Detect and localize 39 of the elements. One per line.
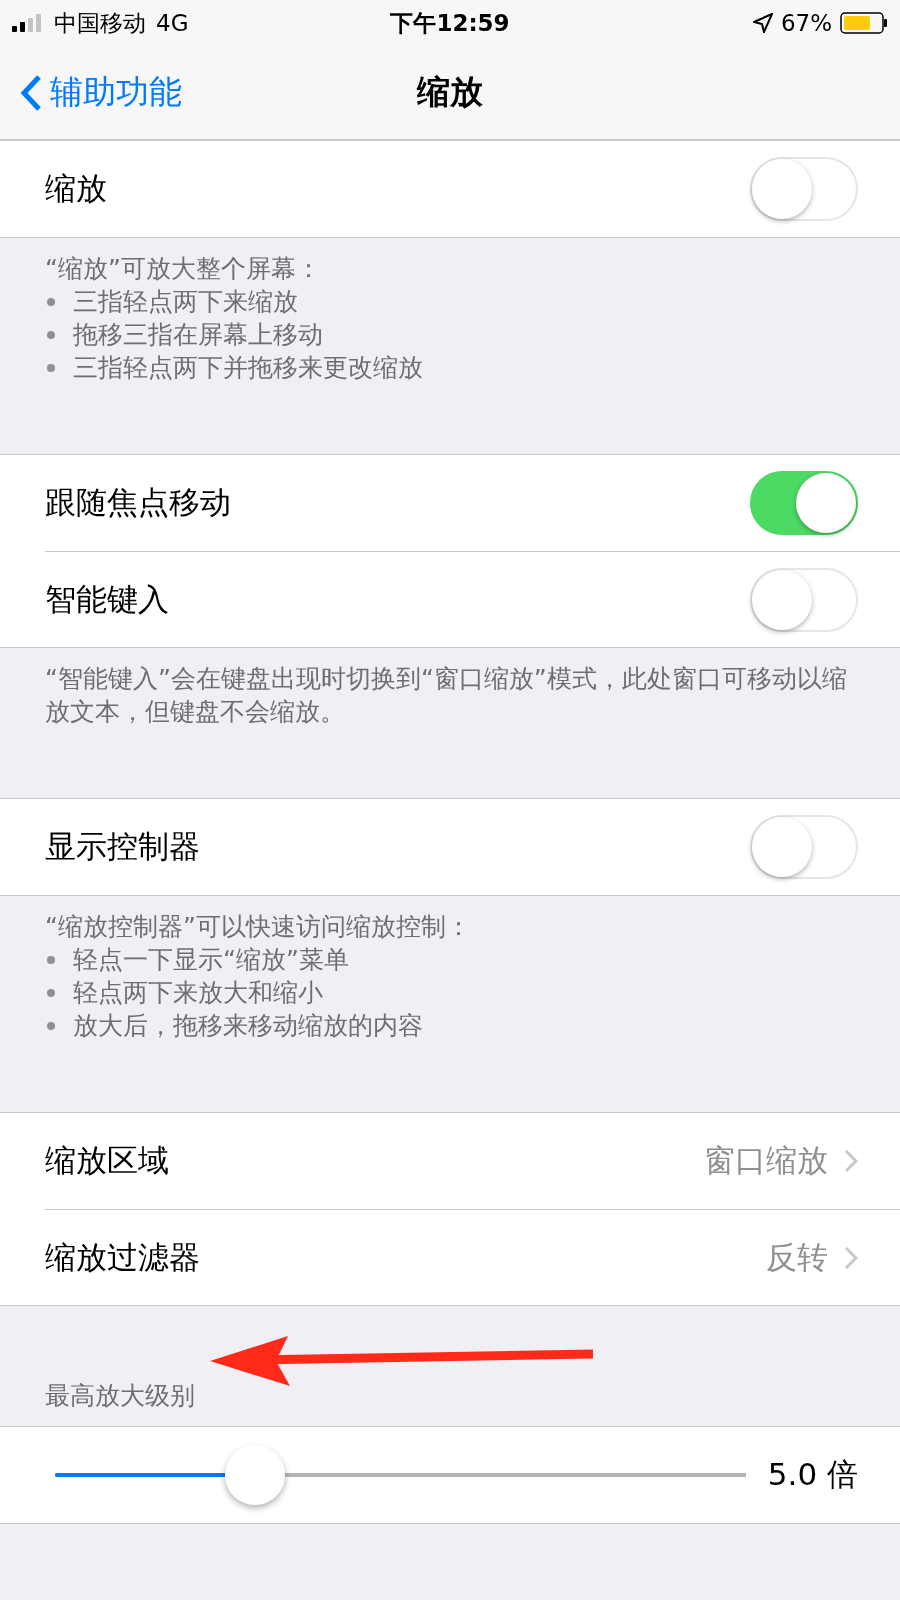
nav-title: 缩放 bbox=[417, 71, 483, 113]
setting-label: 缩放区域 bbox=[45, 1141, 170, 1180]
bullet-text: 三指轻点两下来缩放 bbox=[73, 286, 298, 318]
bullet-icon bbox=[47, 988, 55, 997]
section-header: 最高放大级别 bbox=[45, 1380, 195, 1412]
setting-label: 智能键入 bbox=[45, 579, 170, 619]
footer-text: “智能键入”会在键盘出现时切换到“窗口缩放”模式，此处窗口可移动以缩放文本，但键盘不会缩放。 bbox=[45, 663, 848, 728]
bullet-text: 三指轻点两下并拖移来更改缩放 bbox=[73, 352, 423, 384]
setting-label: 缩放过滤器 bbox=[45, 1237, 201, 1277]
slider-thumb[interactable] bbox=[225, 1445, 286, 1505]
chevron-right-icon bbox=[844, 1149, 858, 1173]
bullet-icon bbox=[47, 1021, 55, 1030]
signal-icon bbox=[12, 14, 44, 32]
slider-value: 5.0 倍 bbox=[767, 1455, 858, 1494]
footer-text: “缩放”可放大整个屏幕： bbox=[45, 253, 322, 285]
battery-percent: 67% bbox=[780, 10, 832, 36]
location-arrow-icon bbox=[752, 13, 773, 33]
clock-text: 下午12:59 bbox=[390, 8, 510, 38]
bullet-text: 轻点两下来放大和缩小 bbox=[73, 977, 323, 1009]
bullet-icon bbox=[47, 330, 55, 339]
bullet-text: 放大后，拖移来移动缩放的内容 bbox=[73, 1010, 423, 1042]
bullet-icon bbox=[47, 955, 55, 964]
bullet-text: 轻点一下显示“缩放”菜单 bbox=[73, 944, 349, 976]
network-text: 4G bbox=[156, 10, 189, 36]
bullet-icon bbox=[47, 297, 55, 306]
battery-icon bbox=[840, 12, 888, 34]
carrier-text: 中国移动 bbox=[54, 8, 146, 38]
footer-text: “缩放控制器”可以快速访问缩放控制： bbox=[45, 911, 472, 943]
bullet-text: 拖移三指在屏幕上移动 bbox=[73, 319, 323, 351]
setting-label: 显示控制器 bbox=[45, 827, 201, 866]
setting-value-link[interactable]: 反转 bbox=[766, 1236, 858, 1279]
setting-label: 缩放 bbox=[45, 169, 108, 208]
bullet-icon bbox=[47, 363, 55, 372]
setting-label: 跟随焦点移动 bbox=[45, 483, 232, 522]
chevron-left-icon bbox=[20, 73, 42, 112]
toggle-switch[interactable] bbox=[750, 471, 858, 535]
chevron-right-icon bbox=[844, 1245, 858, 1270]
setting-value-link[interactable]: 窗口缩放 bbox=[704, 1140, 858, 1182]
back-button[interactable]: 辅助功能 bbox=[20, 70, 417, 115]
